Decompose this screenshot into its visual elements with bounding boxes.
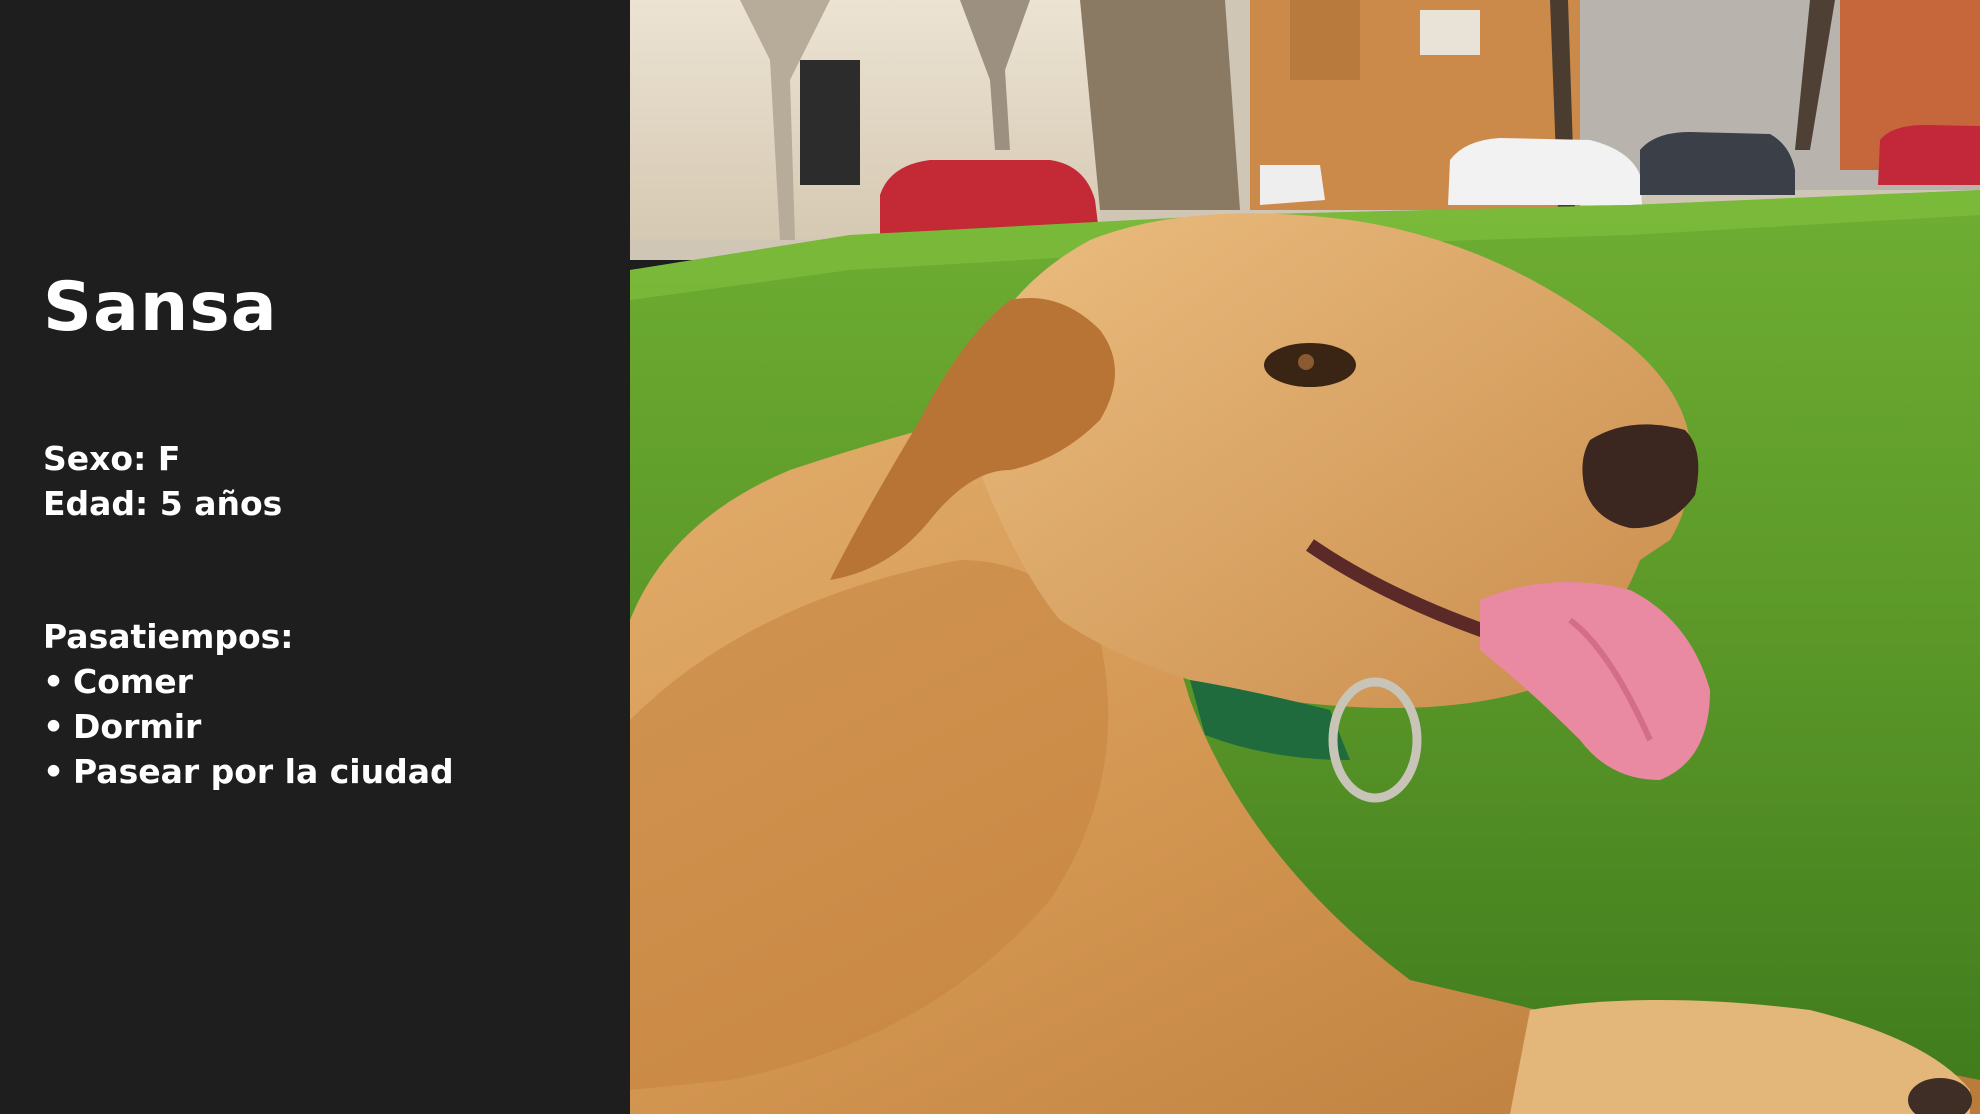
hobby-label: Dormir	[73, 707, 202, 746]
hobby-label: Pasear por la ciudad	[73, 752, 454, 791]
white-car	[1260, 165, 1325, 205]
text-panel: Sansa Sexo: F Edad: 5 años Pasatiempos: …	[0, 0, 630, 1114]
palm-trunk	[1080, 0, 1240, 210]
list-item: • Pasear por la ciudad	[43, 749, 454, 794]
age-line: Edad: 5 años	[43, 481, 282, 526]
dog-eye-highlight	[1298, 354, 1314, 370]
sex-label: Sexo:	[43, 439, 147, 478]
hobbies-block: Pasatiempos: • Comer • Dormir • Pasear p…	[43, 614, 454, 794]
bullet-icon: •	[43, 662, 65, 701]
dog-photo-illustration	[630, 0, 1980, 1114]
bullet-icon: •	[43, 752, 65, 791]
bullet-icon: •	[43, 707, 65, 746]
building-balcony	[1290, 0, 1360, 80]
dark-car	[1640, 132, 1795, 195]
building-window	[1420, 10, 1480, 55]
dog-photo	[630, 0, 1980, 1114]
hobby-label: Comer	[73, 662, 193, 701]
red-car	[1878, 125, 1980, 185]
sex-line: Sexo: F	[43, 436, 282, 481]
age-value: 5 años	[159, 484, 283, 523]
sex-value: F	[157, 439, 181, 478]
hobbies-title: Pasatiempos:	[43, 617, 294, 656]
list-item: • Dormir	[43, 704, 454, 749]
age-label: Edad:	[43, 484, 149, 523]
info-block: Sexo: F Edad: 5 años	[43, 436, 282, 526]
building-door	[800, 60, 860, 185]
list-item: • Comer	[43, 659, 454, 704]
dog-name-title: Sansa	[43, 268, 278, 347]
slide: Sansa Sexo: F Edad: 5 años Pasatiempos: …	[0, 0, 1980, 1114]
hobby-list: • Comer • Dormir • Pasear por la ciudad	[43, 659, 454, 794]
